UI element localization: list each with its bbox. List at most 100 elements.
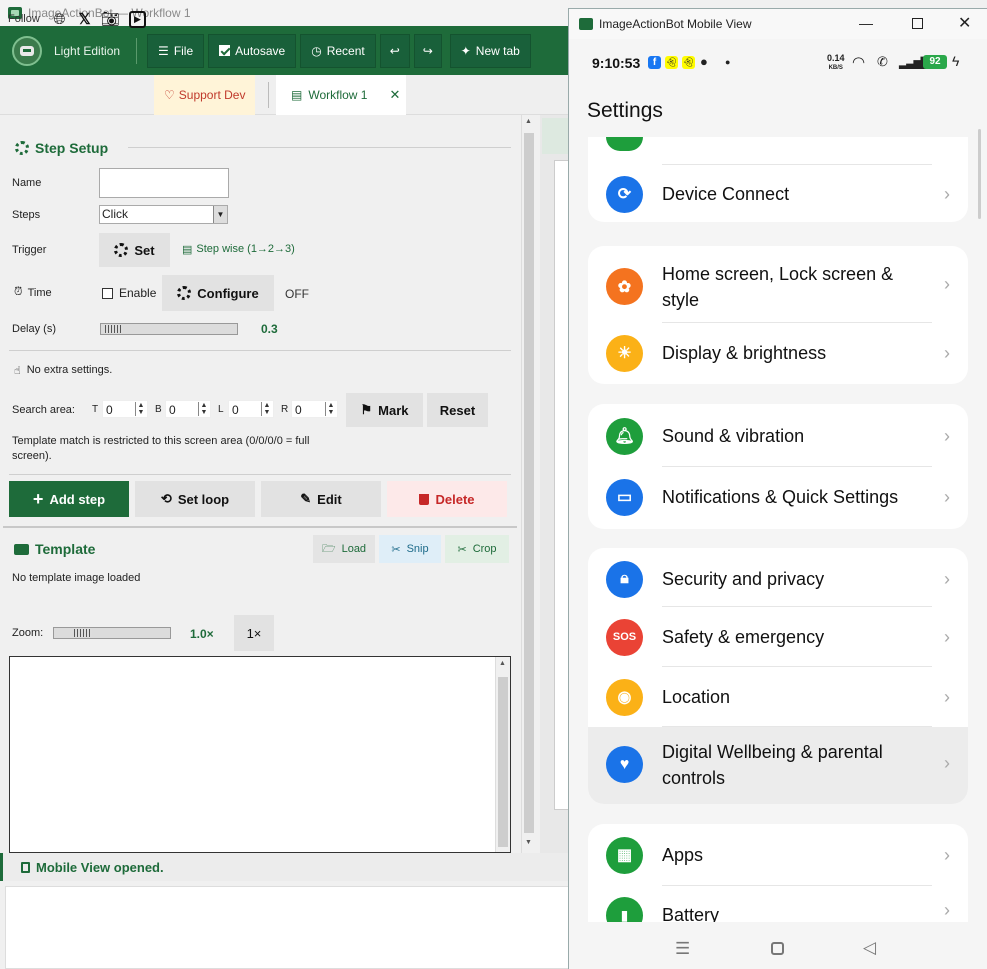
spin-arrows-icon[interactable]: ▲ ▼ <box>325 402 336 416</box>
zoom-slider[interactable] <box>53 627 171 639</box>
mark-button[interactable]: ⚑ Mark <box>346 393 423 427</box>
search-area-note: Template match is restricted to this scr… <box>12 435 310 462</box>
settings-item-apps[interactable]: ▦ Apps › <box>588 836 968 874</box>
edit-button[interactable]: ✎ Edit <box>261 481 381 517</box>
spin-arrows-icon[interactable]: ▲ ▼ <box>198 402 209 416</box>
charging-icon: ϟ <box>952 53 960 69</box>
settings-scroll-indicator[interactable] <box>978 129 981 219</box>
app-logo-icon <box>12 35 42 66</box>
delay-slider[interactable] <box>100 323 238 335</box>
globe-icon[interactable]: 🌐︎ <box>51 11 68 28</box>
scrollbar-thumb[interactable] <box>498 677 508 847</box>
tab-workflow-1[interactable]: ▤ Workflow 1 ✕ <box>276 75 406 115</box>
autosave-toggle[interactable]: Autosave <box>208 33 297 68</box>
preview-scrollbar[interactable]: ▲ <box>495 657 510 852</box>
battery-icon: 92 <box>923 55 947 69</box>
youtube-icon[interactable]: ▶ <box>129 11 146 28</box>
document-icon: ▤ <box>291 88 303 102</box>
item-divider <box>662 322 932 323</box>
undo-button[interactable]: ↩ <box>379 33 410 68</box>
wellbeing-heart-icon: ♥ <box>606 746 643 783</box>
close-tab-icon[interactable]: ✕ <box>389 87 400 103</box>
clock-icon: ◷ <box>311 43 322 58</box>
add-step-button[interactable]: + Add step <box>9 481 129 517</box>
scrollbar-thumb[interactable] <box>524 133 534 833</box>
close-window-icon[interactable]: ✕ <box>958 13 971 33</box>
steps-select[interactable]: Click ▼ <box>99 205 228 224</box>
zoom-reset-button[interactable]: 1× <box>234 615 274 651</box>
new-tab-button[interactable]: ✦ New tab <box>449 33 531 68</box>
log-area[interactable] <box>5 886 570 969</box>
delete-button[interactable]: Delete <box>387 481 507 517</box>
loop-icon: ⟲ <box>160 491 172 506</box>
back-nav-icon[interactable]: ◁ <box>863 938 876 958</box>
chevron-right-icon: › <box>944 753 950 773</box>
battery-charging-icon: ▮ <box>606 897 643 922</box>
shield-lock-icon: 🔒︎ <box>606 560 643 598</box>
scroll-down-icon[interactable]: ▼ <box>525 839 532 846</box>
follow-label: Follow <box>8 13 40 25</box>
set-loop-button[interactable]: ⟲ Set loop <box>135 481 255 517</box>
support-dev-button[interactable]: ♡ Support Dev <box>154 75 255 115</box>
item-divider <box>662 726 932 727</box>
set-trigger-button[interactable]: Set <box>99 233 170 267</box>
scissors-icon: ✂ <box>457 543 467 556</box>
left-label: L <box>218 404 224 415</box>
settings-item-display[interactable]: ☀ Display & brightness › <box>588 334 968 372</box>
recent-button[interactable]: ◷ Recent <box>300 33 376 68</box>
recents-nav-icon[interactable]: ☰ <box>675 939 690 959</box>
settings-item-security[interactable]: 🔒︎ Security and privacy › <box>588 560 968 598</box>
chevron-down-icon: ▼ <box>213 206 227 223</box>
spin-arrows-icon[interactable]: ▲ ▼ <box>135 402 146 416</box>
name-input[interactable] <box>99 168 229 198</box>
right-spinbox[interactable]: 0 ▲ ▼ <box>291 400 338 418</box>
settings-item-sound[interactable]: 🔔︎ Sound & vibration › <box>588 417 968 455</box>
checkbox-unchecked-icon <box>102 287 113 299</box>
scroll-up-icon[interactable]: ▲ <box>499 660 506 667</box>
settings-item-digital-wellbeing[interactable]: ♥ Digital Wellbeing & parental controls … <box>588 739 968 791</box>
spin-arrows-icon[interactable]: ▲ ▼ <box>261 402 272 416</box>
time-enable-checkbox[interactable]: Enable <box>102 286 156 300</box>
pane-scrollbar[interactable]: ▲ ▼ <box>521 115 536 853</box>
redo-button[interactable]: ↪ <box>413 33 442 68</box>
minimize-icon[interactable]: — <box>859 15 873 31</box>
configure-time-button[interactable]: Configure <box>162 275 274 311</box>
scissors-icon: ✂ <box>391 543 401 556</box>
settings-item-location[interactable]: ◉ Location › <box>588 678 968 716</box>
heart-icon: ♡ <box>164 88 175 102</box>
home-nav-icon[interactable] <box>771 942 784 955</box>
template-preview-canvas[interactable]: ▲ <box>9 656 511 853</box>
slider-thumb[interactable] <box>74 629 92 637</box>
sos-icon: SOS <box>606 618 643 656</box>
hamburger-icon: ☰ <box>158 43 169 58</box>
snip-button[interactable]: ✂ Snip <box>379 535 441 563</box>
settings-item-device-connect[interactable]: ⟳ Device Connect › <box>588 175 968 213</box>
top-spinbox[interactable]: 0 ▲ ▼ <box>102 400 148 418</box>
pointer-hand-icon: ☝︎ <box>14 365 21 377</box>
phone-clock: 9:10:53 <box>592 55 641 71</box>
settings-item-home-screen[interactable]: ✿ Home screen, Lock screen & style › <box>588 260 968 314</box>
maximize-icon[interactable] <box>912 18 923 29</box>
file-menu-button[interactable]: ☰ File <box>147 33 205 68</box>
zoom-label: Zoom: <box>12 627 44 639</box>
item-divider <box>662 606 932 607</box>
load-template-button[interactable]: 🗁 Load <box>313 535 375 563</box>
gear-icon <box>15 141 29 155</box>
settings-item-notifications[interactable]: ▭ Notifications & Quick Settings › <box>588 478 968 516</box>
name-label: Name <box>12 177 42 189</box>
snapchat-icon: 👻︎ <box>682 56 695 69</box>
crop-button[interactable]: ✂ Crop <box>445 535 509 563</box>
chat-bubble-icon: ● <box>700 54 708 69</box>
bottom-spinbox[interactable]: 0 ▲ ▼ <box>165 400 211 418</box>
scroll-up-icon[interactable]: ▲ <box>525 118 532 125</box>
bottom-label: B <box>155 404 162 415</box>
slider-thumb[interactable] <box>105 325 123 333</box>
x-social-icon[interactable]: 𝕏 <box>76 11 93 28</box>
camera-icon[interactable]: 📷︎ <box>101 11 120 28</box>
folder-icon: 🗁 <box>321 542 336 555</box>
settings-item-battery[interactable]: ▮ Battery › <box>588 894 968 922</box>
left-spinbox[interactable]: 0 ▲ ▼ <box>228 400 274 418</box>
sun-icon: ☀ <box>606 334 643 372</box>
settings-item-safety[interactable]: SOS Safety & emergency › <box>588 618 968 656</box>
reset-button[interactable]: Reset <box>427 393 488 427</box>
